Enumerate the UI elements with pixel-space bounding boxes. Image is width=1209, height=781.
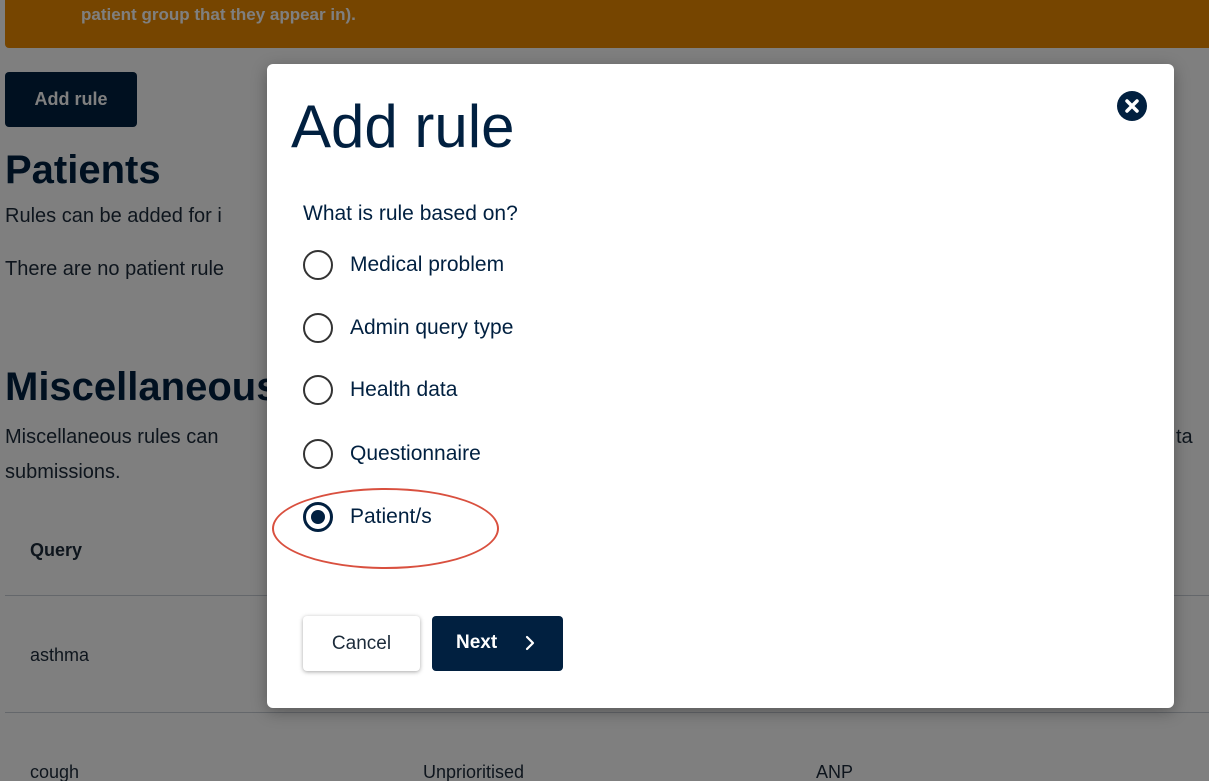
radio-option-health-data[interactable]: Health data [303,375,703,407]
radio-label[interactable]: Medical problem [350,253,504,277]
radio-button[interactable] [303,375,333,405]
radio-option-questionnaire[interactable]: Questionnaire [303,439,703,471]
add-rule-dialog: Add rule What is rule based on? Medical … [267,64,1174,708]
chevron-right-icon [525,635,535,651]
radio-button[interactable] [303,439,333,469]
radio-button[interactable] [303,250,333,280]
dialog-title: Add rule [291,93,515,160]
next-button[interactable]: Next [432,616,563,671]
radio-label[interactable]: Admin query type [350,316,513,340]
radio-option-medical-problem[interactable]: Medical problem [303,250,703,282]
cancel-button[interactable]: Cancel [303,616,420,671]
close-icon [1125,99,1139,113]
radio-label[interactable]: Health data [350,378,457,402]
radio-label[interactable]: Questionnaire [350,442,481,466]
radio-button[interactable] [303,313,333,343]
highlight-annotation [272,488,499,569]
radio-option-admin-query-type[interactable]: Admin query type [303,313,703,345]
radio-group-legend: What is rule based on? [303,202,518,225]
close-button[interactable] [1117,91,1147,121]
next-button-label: Next [456,632,498,653]
